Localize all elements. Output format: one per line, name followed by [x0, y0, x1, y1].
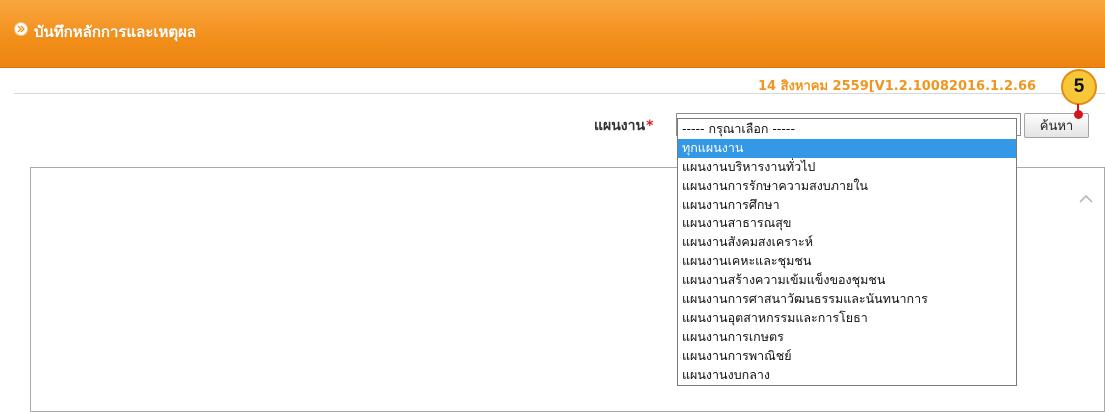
required-marker: * [646, 118, 654, 134]
dropdown-option[interactable]: แผนงานการพาณิชย์ [678, 347, 1016, 366]
page-header: บันทึกหลักการและเหตุผล [0, 0, 1105, 68]
plan-dropdown-list[interactable]: ----- กรุณาเลือก ----- ทุกแผนงาน แผนงานบริ… [677, 118, 1017, 386]
plan-label-text: แผนงาน [594, 118, 646, 134]
dropdown-option[interactable]: ทุกแผนงาน [678, 138, 1016, 158]
dropdown-option[interactable]: แผนงานอุตสาหกรรมและการโยธา [678, 309, 1016, 328]
scroll-up-icon[interactable] [1076, 192, 1096, 206]
dropdown-option[interactable]: แผนงานการศาสนาวัฒนธรรมและนันทนาการ [678, 290, 1016, 309]
version-info: 14 สิงหาคม 2559[V1.2.10082016.1.2.66 [758, 79, 1037, 93]
callout-pointer-dot [1074, 110, 1083, 119]
dropdown-option[interactable]: แผนงานสังคมสงเคราะห์ [678, 233, 1016, 252]
callout-badge: 5 [1061, 69, 1097, 105]
dropdown-option[interactable]: ----- กรุณาเลือก ----- [678, 120, 1016, 139]
page-title: บันทึกหลักการและเหตุผล [34, 23, 197, 41]
divider [14, 93, 1105, 94]
dropdown-option[interactable]: แผนงานเคหะและชุมชน [678, 252, 1016, 271]
dropdown-option[interactable]: แผนงานบริหารงานทั่วไป [678, 158, 1016, 177]
dropdown-option[interactable]: แผนงานสาธารณสุข [678, 214, 1016, 233]
dropdown-option[interactable]: แผนงานการศึกษา [678, 196, 1016, 215]
chevron-right-circle-icon [14, 22, 28, 36]
dropdown-option[interactable]: แผนงานงบกลาง [678, 366, 1016, 385]
dropdown-option[interactable]: แผนงานการรักษาความสงบภายใน [678, 177, 1016, 196]
dropdown-option[interactable]: แผนงานการเกษตร [678, 328, 1016, 347]
plan-field-label: แผนงาน* [594, 115, 653, 137]
dropdown-option[interactable]: แผนงานสร้างความเข้มแข็งของชุมชน [678, 271, 1016, 290]
